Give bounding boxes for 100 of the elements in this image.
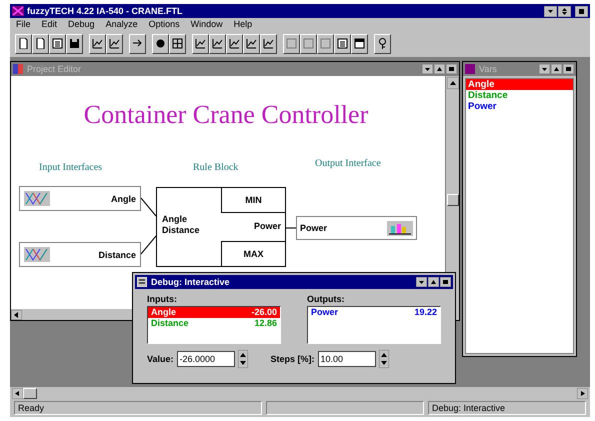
toolbar-button[interactable] <box>89 34 106 54</box>
scrollbar-thumb[interactable] <box>23 388 37 398</box>
rule-output-label: Power <box>254 221 281 231</box>
menu-item[interactable]: Help <box>234 19 252 29</box>
input-interface-block[interactable]: Distance <box>19 242 141 267</box>
toolbar-button[interactable] <box>129 34 146 54</box>
window-title: fuzzyTECH 4.22 IA-540 - CRANE.FTL <box>27 6 183 16</box>
window-icon <box>137 277 147 287</box>
window-title: Project Editor <box>27 64 82 74</box>
toolbar-button[interactable] <box>152 34 169 54</box>
connector-line <box>140 236 156 254</box>
box-icon <box>303 38 314 49</box>
connector-line <box>140 198 156 216</box>
maximize-icon[interactable] <box>428 277 439 287</box>
chart-icon <box>229 38 240 49</box>
chart-icon <box>109 38 120 49</box>
scroll-up-icon[interactable] <box>447 77 459 89</box>
menu-item[interactable]: Analyze <box>106 19 138 29</box>
grid-icon <box>172 38 183 49</box>
operator-label: MAX <box>221 241 286 267</box>
toolbar-button[interactable] <box>334 34 351 54</box>
close-icon[interactable] <box>575 6 588 16</box>
app-icon <box>12 6 24 16</box>
diagram-heading: Container Crane Controller <box>82 100 370 130</box>
scroll-right-icon[interactable] <box>577 388 588 398</box>
scroll-left-icon[interactable] <box>11 310 22 320</box>
section-label: Rule Block <box>193 162 238 173</box>
spinner-icon[interactable] <box>238 350 248 368</box>
rule-block[interactable]: Angle Distance MIN Power MAX <box>156 187 286 267</box>
menu-item[interactable]: Debug <box>68 19 95 29</box>
chart-icon <box>263 38 274 49</box>
window-icon <box>465 64 475 74</box>
toolbar-button[interactable] <box>106 34 123 54</box>
menu-item[interactable]: File <box>16 19 31 29</box>
steps-label: Steps [%]: <box>270 354 315 364</box>
section-label: Output Interface <box>315 158 381 169</box>
variable-name: Power <box>311 307 338 318</box>
restore-icon[interactable] <box>558 6 571 16</box>
output-row[interactable]: Power 19.22 <box>308 307 440 318</box>
toolbar-button[interactable] <box>243 34 260 54</box>
output-interface-block[interactable]: Power <box>296 216 417 240</box>
output-variable-label: Power <box>300 223 328 233</box>
box-icon <box>286 38 297 49</box>
chart-icon <box>212 38 223 49</box>
dot-icon <box>155 38 166 49</box>
arrow-icon <box>132 38 143 49</box>
outputs-list[interactable]: Power 19.22 <box>307 306 441 344</box>
menu-item[interactable]: Options <box>148 19 180 29</box>
scrollbar-thumb[interactable] <box>447 194 459 206</box>
toolbar-button[interactable] <box>351 34 368 54</box>
inputs-list[interactable]: Angle -26.00 Distance 12.86 <box>147 306 281 344</box>
membership-function-icon <box>24 247 50 262</box>
variable-item[interactable]: Power <box>466 101 573 112</box>
chart-icon <box>92 38 103 49</box>
toolbar-button[interactable] <box>209 34 226 54</box>
operator-label: MIN <box>221 187 286 213</box>
key-icon <box>377 38 388 49</box>
box-icon <box>320 38 331 49</box>
menu-item[interactable]: Edit <box>42 19 58 29</box>
list-icon <box>52 38 63 49</box>
page-icon <box>18 38 29 49</box>
window-icon <box>354 38 365 49</box>
status-text: Debug: Interactive <box>428 401 586 415</box>
toolbar-button[interactable] <box>49 34 66 54</box>
toolbar-button[interactable] <box>226 34 243 54</box>
steps-field[interactable]: 10.00 <box>318 351 376 367</box>
value-field[interactable]: -26.0000 <box>176 351 235 367</box>
scroll-left-icon[interactable] <box>12 388 23 398</box>
toolbar-button[interactable] <box>374 34 391 54</box>
membership-function-icon <box>24 191 50 206</box>
chart-icon <box>246 38 257 49</box>
variable-value: 12.86 <box>254 318 277 329</box>
minimize-icon[interactable] <box>544 6 557 16</box>
variable-value: 19.22 <box>414 307 437 318</box>
inputs-label: Inputs: <box>147 294 178 304</box>
toolbar-button[interactable] <box>192 34 209 54</box>
toolbar-button[interactable] <box>66 34 83 54</box>
variable-name: Angle <box>151 307 176 318</box>
horizontal-scrollbar[interactable] <box>10 387 590 399</box>
chart-icon <box>387 220 413 236</box>
section-label: Input Interfaces <box>39 162 102 173</box>
page-icon <box>35 38 46 49</box>
spinner-icon[interactable] <box>378 350 389 368</box>
menu-item[interactable]: Window <box>190 19 223 29</box>
toolbar-button[interactable] <box>260 34 277 54</box>
toolbar-button[interactable] <box>169 34 186 54</box>
variable-value: -26.00 <box>251 307 277 318</box>
toolbar-button[interactable] <box>15 34 32 54</box>
minimize-icon[interactable] <box>416 277 427 287</box>
value-label: Value: <box>147 354 174 364</box>
input-interface-block[interactable]: Angle <box>19 186 141 211</box>
toolbar-button[interactable] <box>32 34 49 54</box>
close-icon[interactable] <box>440 277 451 287</box>
window-title: Vars <box>479 64 497 74</box>
variable-item[interactable]: Angle <box>466 79 573 90</box>
variable-name: Distance <box>151 318 189 329</box>
input-variable-label: Distance <box>98 250 136 260</box>
chart-icon <box>195 38 206 49</box>
list-icon <box>337 38 348 49</box>
input-row[interactable]: Angle -26.00 <box>148 307 280 318</box>
